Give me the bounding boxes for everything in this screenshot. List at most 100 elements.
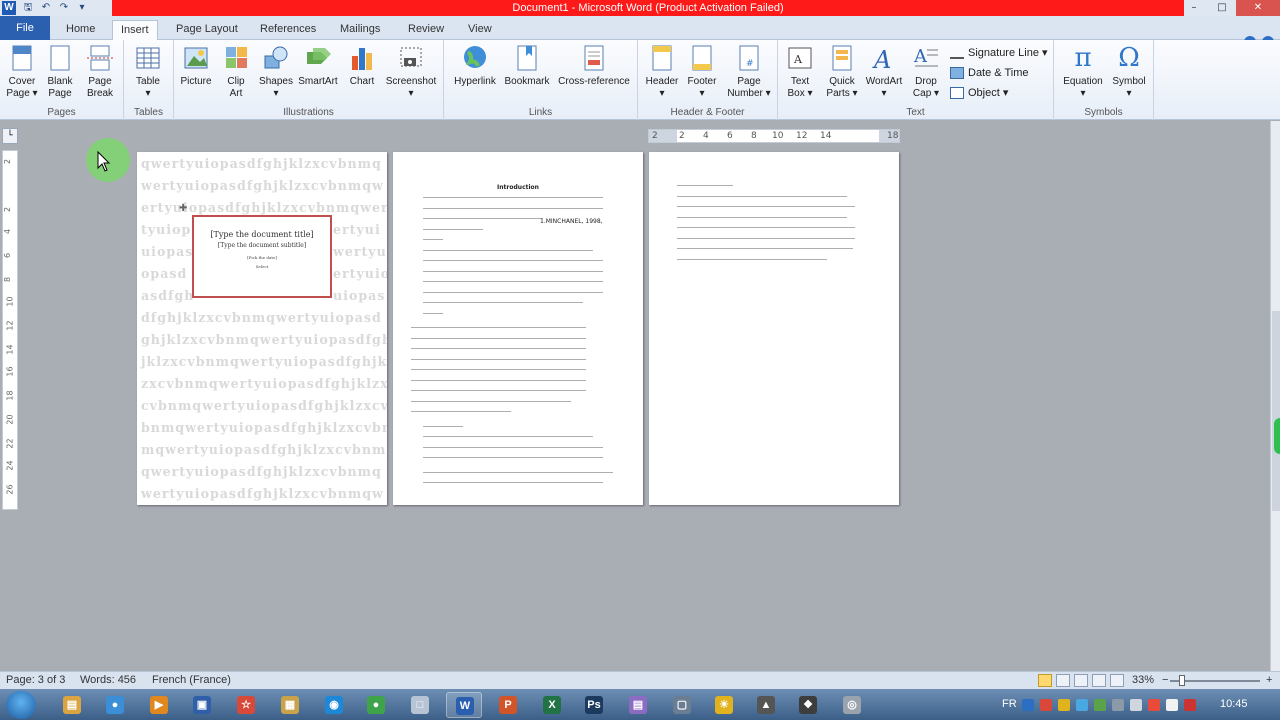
quick-parts-button[interactable]: Quick Parts ▾: [820, 44, 864, 100]
clock[interactable]: 10:45: [1220, 698, 1248, 710]
tab-selector-button[interactable]: └: [2, 128, 18, 144]
page-count[interactable]: Page: 3 of 3: [6, 674, 65, 686]
zoom-in-button[interactable]: +: [1266, 674, 1272, 686]
redo-icon[interactable]: ↷: [58, 2, 70, 14]
taskbar-app-button[interactable]: ☀: [706, 692, 742, 718]
chart-button[interactable]: Chart: [340, 44, 384, 88]
web-layout-view-button[interactable]: [1074, 674, 1088, 687]
screenshot-button[interactable]: Screenshot ▾: [384, 44, 438, 100]
tab-insert[interactable]: Insert: [112, 20, 158, 40]
svg-text:A: A: [793, 53, 803, 66]
taskbar-app-button[interactable]: ▤: [54, 692, 90, 718]
wordart-button[interactable]: A WordArt ▾: [862, 44, 906, 100]
page-cover[interactable]: qwertyuiopasdfghjklzxcvbnmq wertyuiopasd…: [137, 152, 387, 505]
taskbar-app-button[interactable]: ▤: [620, 692, 656, 718]
tray-icon[interactable]: [1148, 699, 1160, 711]
hyperlink-button[interactable]: Hyperlink: [448, 44, 502, 88]
maximize-button[interactable]: □: [1208, 0, 1236, 16]
word-logo-icon[interactable]: W: [2, 1, 16, 15]
zoom-level[interactable]: 33%: [1132, 674, 1154, 686]
tab-mailings[interactable]: Mailings: [332, 20, 388, 40]
word-count[interactable]: Words: 456: [80, 674, 136, 686]
taskbar-app-button[interactable]: ●: [97, 692, 133, 718]
taskbar-app-button[interactable]: ▲: [748, 692, 784, 718]
signature-line-button[interactable]: Signature Line ▾: [950, 44, 1048, 62]
tab-view[interactable]: View: [460, 20, 500, 40]
tab-home[interactable]: Home: [58, 20, 103, 40]
taskbar-app-button[interactable]: ▶: [141, 692, 177, 718]
tray-icon[interactable]: [1040, 699, 1052, 711]
customize-qat-icon[interactable]: ▾: [76, 2, 88, 14]
page-2[interactable]: Introduction 1.MINCHANEL, 1998,: [393, 152, 643, 505]
tab-review[interactable]: Review: [400, 20, 452, 40]
table-move-handle-icon[interactable]: ✚: [179, 204, 189, 214]
tray-icon[interactable]: [1076, 699, 1088, 711]
vertical-scrollbar[interactable]: [1270, 121, 1280, 671]
object-button[interactable]: Object ▾: [950, 84, 1008, 102]
taskbar-app-button[interactable]: X: [534, 692, 570, 718]
taskbar-app-button[interactable]: □: [402, 692, 438, 718]
close-button[interactable]: ✕: [1236, 0, 1280, 16]
tray-icon[interactable]: [1094, 699, 1106, 711]
scrollbar-thumb[interactable]: [1272, 311, 1280, 511]
clip-art-button[interactable]: Clip Art: [214, 44, 258, 100]
taskbar-app-button[interactable]: ◎: [834, 692, 870, 718]
blank-page-button[interactable]: Blank Page: [38, 44, 82, 100]
document-subtitle-placeholder[interactable]: [Type the document subtitle]: [194, 242, 330, 249]
outline-view-button[interactable]: [1092, 674, 1106, 687]
taskbar-app-button[interactable]: ▦: [272, 692, 308, 718]
tray-icon[interactable]: [1112, 699, 1124, 711]
tray-icon[interactable]: [1130, 699, 1142, 711]
page-break-button[interactable]: Page Break: [78, 44, 122, 100]
full-screen-reading-view-button[interactable]: [1056, 674, 1070, 687]
print-layout-view-button[interactable]: [1038, 674, 1052, 687]
group-pages: Cover Page ▾ Blank Page Page Break Pages: [0, 40, 124, 120]
tab-page-layout[interactable]: Page Layout: [168, 20, 246, 40]
drop-cap-button[interactable]: A Drop Cap ▾: [904, 44, 948, 100]
date-placeholder[interactable]: [Pick the date]: [194, 255, 330, 260]
zoom-out-button[interactable]: −: [1162, 674, 1168, 686]
draft-view-button[interactable]: [1110, 674, 1124, 687]
smartart-button[interactable]: SmartArt: [296, 44, 340, 88]
shapes-button[interactable]: Shapes ▾: [254, 44, 298, 100]
cover-title-box[interactable]: [Type the document title] [Type the docu…: [192, 215, 332, 298]
zoom-slider-thumb[interactable]: [1178, 675, 1185, 686]
language-indicator[interactable]: French (France): [152, 674, 231, 686]
tray-icon[interactable]: [1022, 699, 1034, 711]
vertical-ruler[interactable]: 2 2 4 6 8 10 12 14 16 18 20 22 24 26: [2, 150, 18, 510]
network-icon[interactable]: [1184, 699, 1196, 711]
symbol-button[interactable]: Ω Symbol ▾: [1106, 44, 1152, 100]
taskbar-app-button[interactable]: ◉: [316, 692, 352, 718]
picture-button[interactable]: Picture: [174, 44, 218, 88]
document-title-placeholder[interactable]: [Type the document title]: [194, 230, 330, 239]
select-placeholder[interactable]: Select: [194, 264, 330, 269]
page-3[interactable]: [649, 152, 899, 505]
date-time-button[interactable]: Date & Time: [950, 64, 1029, 82]
taskbar-app-button[interactable]: ▣: [184, 692, 220, 718]
taskbar-app-button[interactable]: ☆: [228, 692, 264, 718]
taskbar-app-button[interactable]: ❖: [790, 692, 826, 718]
horizontal-ruler[interactable]: 2 2 4 6 8 10 12 14 18: [648, 129, 900, 143]
undo-icon[interactable]: ↶: [40, 2, 52, 14]
save-icon[interactable]: 🖫: [22, 2, 34, 14]
tab-file[interactable]: File: [0, 16, 50, 40]
taskbar-app-button[interactable]: Ps: [576, 692, 612, 718]
start-button-icon[interactable]: [6, 691, 36, 719]
text-box-button[interactable]: A Text Box ▾: [778, 44, 822, 100]
taskbar-app-button[interactable]: ●: [358, 692, 394, 718]
equation-button[interactable]: π Equation ▾: [1058, 44, 1108, 100]
volume-icon[interactable]: [1166, 699, 1178, 711]
input-language[interactable]: FR: [1002, 698, 1017, 710]
tab-references[interactable]: References: [252, 20, 324, 40]
taskbar-app-button[interactable]: W: [446, 692, 482, 718]
taskbar-app-button[interactable]: P: [490, 692, 526, 718]
header-button[interactable]: Header ▾: [640, 44, 684, 100]
tray-icon[interactable]: [1058, 699, 1070, 711]
table-button[interactable]: Table ▾: [126, 44, 170, 100]
footer-button[interactable]: Footer ▾: [680, 44, 724, 100]
cross-reference-button[interactable]: Cross-reference: [554, 44, 634, 88]
page-number-button[interactable]: # Page Number ▾: [724, 44, 774, 100]
minimize-button[interactable]: –: [1180, 0, 1208, 16]
bookmark-button[interactable]: Bookmark: [502, 44, 552, 88]
taskbar-app-button[interactable]: ▢: [664, 692, 700, 718]
